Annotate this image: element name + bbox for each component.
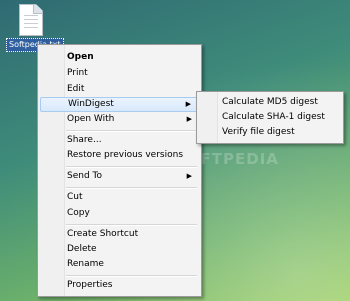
menu-item-restore-previous-versions[interactable]: Restore previous versions [40, 148, 199, 163]
menu-item-label: WinDigest [68, 99, 114, 109]
menu-item-print[interactable]: Print [40, 66, 199, 81]
menu-item-label: Open With [67, 114, 115, 124]
submenu-arrow-icon: ▶ [186, 115, 192, 123]
menu-item-copy[interactable]: Copy [40, 206, 199, 221]
menu-item-share[interactable]: Share... [40, 133, 199, 148]
menu-item-properties[interactable]: Properties [40, 278, 199, 293]
menu-separator [66, 187, 197, 189]
submenu-arrow-icon: ▶ [186, 172, 192, 180]
menu-separator [66, 166, 197, 168]
context-menu: Open Print Edit WinDigest ▶ Open With ▶ … [37, 44, 202, 297]
menu-item-label: Send To [67, 171, 103, 181]
text-line [24, 23, 38, 24]
menu-item-cut[interactable]: Cut [40, 190, 199, 205]
menu-item-delete[interactable]: Delete [40, 242, 199, 257]
text-line [24, 19, 38, 20]
menu-item-edit[interactable]: Edit [40, 82, 199, 97]
submenu-arrow-icon: ▶ [185, 100, 191, 108]
menu-item-open[interactable]: Open [40, 50, 199, 65]
menu-separator [66, 130, 197, 132]
text-line [24, 27, 38, 28]
menu-item-open-with[interactable]: Open With ▶ [40, 112, 199, 127]
windigest-submenu: Calculate MD5 digest Calculate SHA-1 dig… [196, 91, 344, 144]
menu-item-create-shortcut[interactable]: Create Shortcut [40, 227, 199, 242]
submenu-item-calculate-sha1[interactable]: Calculate SHA-1 digest [199, 110, 341, 125]
text-line [24, 15, 38, 16]
submenu-item-verify-digest[interactable]: Verify file digest [199, 125, 341, 140]
menu-separator [66, 275, 197, 277]
text-file-icon[interactable] [19, 4, 43, 36]
menu-separator [66, 224, 197, 226]
submenu-item-calculate-md5[interactable]: Calculate MD5 digest [199, 95, 341, 110]
menu-item-send-to[interactable]: Send To ▶ [40, 169, 199, 184]
menu-item-windigest[interactable]: WinDigest ▶ [40, 97, 199, 112]
menu-item-rename[interactable]: Rename [40, 257, 199, 272]
